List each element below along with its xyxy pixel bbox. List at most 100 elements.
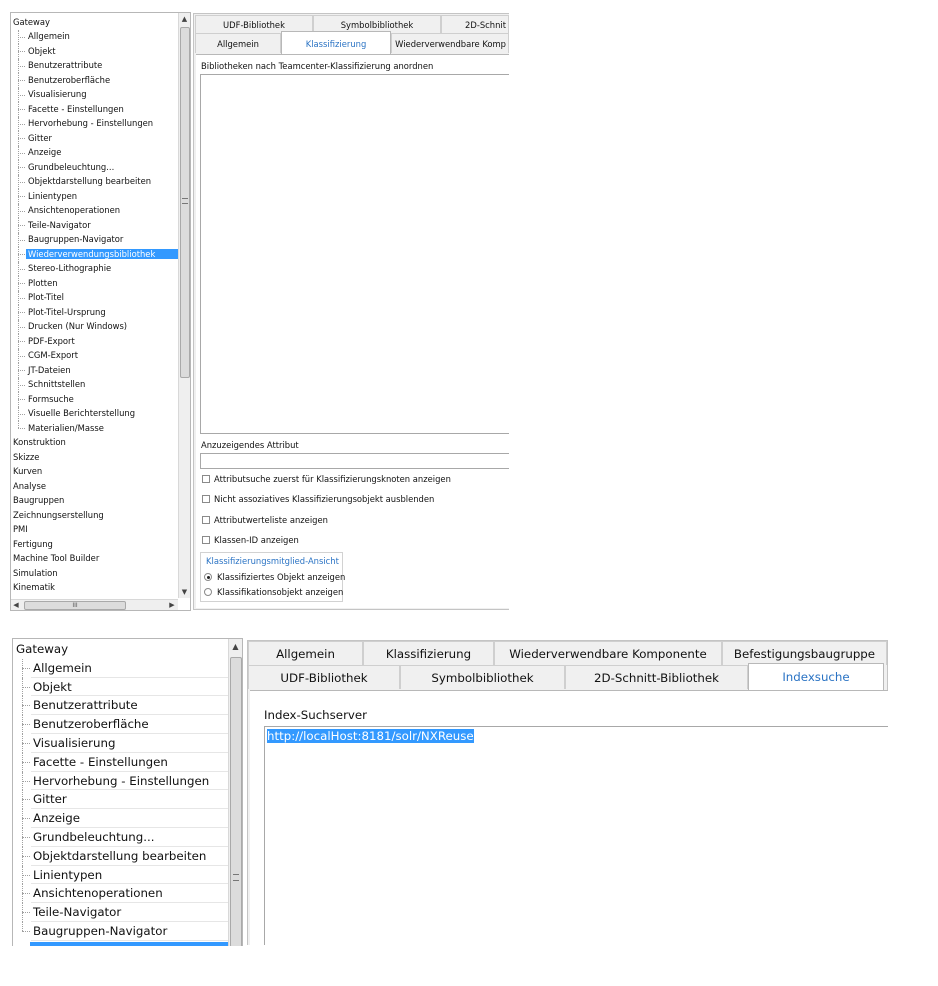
tree-item-benutzerattribute[interactable]: Benutzerattribute — [11, 58, 178, 73]
tree-item-grundbeleuchtung[interactable]: Grundbeleuchtung... — [13, 828, 228, 847]
scroll-down-icon[interactable]: ▼ — [179, 588, 190, 596]
tree-item-hervorhebung-einstellungen[interactable]: Hervorhebung - Einstellungen — [13, 771, 228, 791]
tree-item-visuelle-berichterstellung[interactable]: Visuelle Berichterstellung — [11, 406, 178, 421]
tree-item-zeichnungserstellung[interactable]: Zeichnungserstellung — [11, 508, 178, 523]
tree-item-visualisierung[interactable]: Visualisierung — [11, 87, 178, 102]
top-tab-allgemein[interactable]: Allgemein — [195, 33, 281, 53]
tree-item-label: Plotten — [28, 277, 58, 288]
tree-item-plotten[interactable]: Plotten — [11, 276, 178, 291]
tree-item-teile-navigator[interactable]: Teile-Navigator — [11, 218, 178, 233]
tree-item-linientypen[interactable]: Linientypen — [13, 865, 228, 885]
tree-item-cgm-export[interactable]: CGM-Export — [11, 348, 178, 363]
tree-item-gitter[interactable]: Gitter — [11, 131, 178, 146]
tree-item-skizze[interactable]: Skizze — [11, 450, 178, 465]
bottom-tree-vscrollbar[interactable]: ▲ — [228, 639, 242, 946]
tree-item-selected-partial[interactable] — [30, 942, 228, 946]
bottom-tab-allgemein[interactable]: Allgemein — [248, 641, 363, 665]
checkbox[interactable] — [202, 536, 210, 544]
tree-item-facette-einstellungen[interactable]: Facette - Einstellungen — [11, 102, 178, 117]
bottom-tab-befestigungsbaugruppe[interactable]: Befestigungsbaugruppe — [722, 641, 887, 665]
top-tree-hscroll-thumb[interactable]: III — [24, 601, 126, 610]
index-search-server-value[interactable]: http://localHost:8181/solr/NXReuse — [267, 729, 474, 743]
tree-item-drucken-nur-windows[interactable]: Drucken (Nur Windows) — [11, 319, 178, 334]
tree-root-gateway[interactable]: Gateway — [11, 15, 178, 30]
tree-item-allgemein[interactable]: Allgemein — [13, 658, 228, 678]
checkbox[interactable] — [202, 516, 210, 524]
top-tab-klassifizierung[interactable]: Klassifizierung — [281, 31, 391, 55]
top-tree-vscrollbar[interactable]: ▲ ▼ — [178, 13, 190, 598]
checkbox-label: Nicht assoziatives Klassifizierungsobjek… — [214, 494, 435, 504]
bottom-tab-wiederverwendbare-komponente[interactable]: Wiederverwendbare Komponente — [494, 641, 722, 665]
tree-connector — [18, 247, 19, 262]
tree-item-label: Drucken (Nur Windows) — [28, 321, 128, 331]
classification-library-list[interactable] — [200, 74, 509, 434]
top-tree-hscrollbar[interactable]: ◀ III ▶ — [11, 599, 178, 610]
tree-item-linientypen[interactable]: Linientypen — [11, 189, 178, 204]
bottom-tree-vscroll-thumb[interactable] — [230, 657, 242, 946]
tree-item-benutzeroberflaeche[interactable]: Benutzeroberfläche — [13, 715, 228, 734]
tree-item-baugruppen-navigator[interactable]: Baugruppen-Navigator — [11, 232, 178, 247]
tree-item-fertigung[interactable]: Fertigung — [11, 537, 178, 552]
top-tree-vscroll-thumb[interactable] — [180, 27, 190, 378]
tree-item-anzeige[interactable]: Anzeige — [13, 809, 228, 828]
tree-item-plot-titel[interactable]: Plot-Titel — [11, 290, 178, 305]
tree-item-stereo-lithographie[interactable]: Stereo-Lithographie — [11, 261, 178, 276]
tree-item-benutzerattribute[interactable]: Benutzerattribute — [13, 696, 228, 716]
bottom-tab-udf-bibliothek[interactable]: UDF-Bibliothek — [248, 665, 400, 689]
tree-item-facette-einstellungen[interactable]: Facette - Einstellungen — [13, 752, 228, 772]
tree-connector — [18, 51, 25, 52]
tree-item-machine-tool-builder[interactable]: Machine Tool Builder — [11, 552, 178, 567]
bottom-tab-symbolbibliothek[interactable]: Symbolbibliothek — [400, 665, 565, 689]
tree-item-simulation[interactable]: Simulation — [11, 566, 178, 581]
tree-item-konstruktion[interactable]: Konstruktion — [11, 436, 178, 451]
bottom-tab-klassifizierung[interactable]: Klassifizierung — [363, 641, 494, 665]
tree-item-schnittstellen[interactable]: Schnittstellen — [11, 377, 178, 392]
tree-item-objekt[interactable]: Objekt — [13, 677, 228, 697]
tree-item-gitter[interactable]: Gitter — [13, 790, 228, 810]
top-category-tree[interactable]: Gateway Allgemein Objekt Benutzerattribute B… — [10, 12, 191, 611]
bottom-tab-indexsuche[interactable]: Indexsuche — [748, 663, 884, 691]
tree-connector — [18, 428, 25, 429]
tree-item-formsuche[interactable]: Formsuche — [11, 392, 178, 407]
tree-item-analyse[interactable]: Analyse — [11, 479, 178, 494]
top-tab-wiederverwendbare[interactable]: Wiederverwendbare Komp — [391, 33, 509, 53]
radio-button[interactable] — [204, 573, 212, 581]
tree-item-hervorhebung-einstellungen[interactable]: Hervorhebung - Einstellungen — [11, 116, 178, 131]
tree-item-label: Visuelle Berichterstellung — [28, 408, 136, 418]
tree-item-teile-navigator[interactable]: Teile-Navigator — [13, 903, 228, 922]
tree-item-pmi[interactable]: PMI — [11, 523, 178, 538]
tree-item-objektdarstellung-bearbeiten[interactable]: Objektdarstellung bearbeiten — [13, 846, 228, 866]
tree-item-benutzeroberflaeche[interactable]: Benutzeroberfläche — [11, 73, 178, 88]
tree-item-baugruppen-navigator[interactable]: Baugruppen-Navigator — [13, 922, 228, 941]
tree-item-ansichtenoperationen[interactable]: Ansichtenoperationen — [13, 884, 228, 904]
checkbox[interactable] — [202, 495, 210, 503]
scroll-up-icon[interactable]: ▲ — [179, 15, 190, 23]
bottom-category-tree[interactable]: Gateway Allgemein Objekt Benutzerattribute B… — [12, 638, 243, 946]
tree-item-objektdarstellung-bearbeiten[interactable]: Objektdarstellung bearbeiten — [11, 174, 178, 189]
tree-item-kinematik[interactable]: Kinematik — [11, 581, 178, 596]
index-search-server-field[interactable]: http://localHost:8181/solr/NXReuse — [264, 726, 888, 945]
tree-item-wiederverwendungsbibliothek[interactable]: Wiederverwendungsbibliothek — [11, 247, 178, 262]
attribute-input[interactable] — [200, 453, 509, 469]
tree-root-gateway[interactable]: Gateway — [13, 640, 228, 659]
tree-item-objekt[interactable]: Objekt — [11, 44, 178, 59]
tree-item-baugruppen[interactable]: Baugruppen — [11, 494, 178, 509]
tree-item-jt-dateien[interactable]: JT-Dateien — [11, 363, 178, 378]
tree-item-grundbeleuchtung[interactable]: Grundbeleuchtung... — [11, 160, 178, 175]
tree-item-ansichtenoperationen[interactable]: Ansichtenoperationen — [11, 203, 178, 218]
tree-item-allgemein[interactable]: Allgemein — [11, 29, 178, 44]
scroll-up-icon[interactable]: ▲ — [229, 642, 242, 651]
tree-item-kurven[interactable]: Kurven — [11, 465, 178, 480]
scroll-left-icon[interactable]: ◀ — [12, 601, 20, 609]
top-tab-2d-schnitt[interactable]: 2D-Schnit — [441, 15, 509, 33]
radio-button[interactable] — [204, 588, 212, 596]
tree-item-materialien-masse[interactable]: Materialien/Masse — [11, 421, 178, 436]
tree-item-plot-titel-ursprung[interactable]: Plot-Titel-Ursprung — [11, 305, 178, 320]
tree-item-anzeige[interactable]: Anzeige — [11, 145, 178, 160]
checkbox[interactable] — [202, 475, 210, 483]
tree-connector — [18, 290, 19, 305]
bottom-tab-2d-schnitt-bibliothek[interactable]: 2D-Schnitt-Bibliothek — [565, 665, 748, 689]
tree-item-visualisierung[interactable]: Visualisierung — [13, 734, 228, 753]
tree-item-pdf-export[interactable]: PDF-Export — [11, 334, 178, 349]
scroll-right-icon[interactable]: ▶ — [168, 601, 176, 609]
